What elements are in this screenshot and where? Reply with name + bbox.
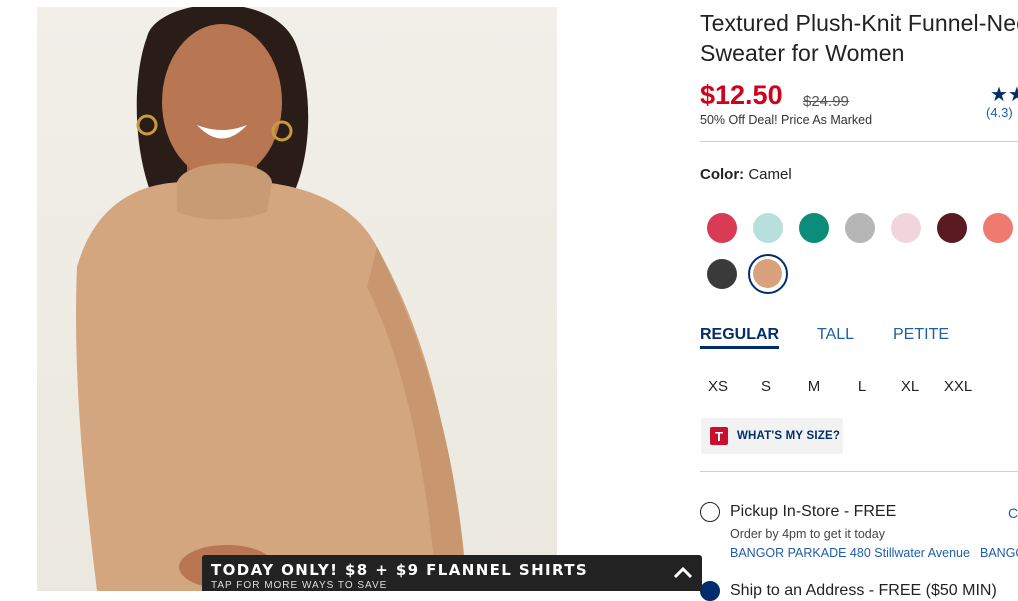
size-option-l[interactable]: L — [842, 378, 882, 395]
pickup-radio[interactable] — [700, 502, 720, 522]
whats-my-size-button[interactable]: T WHAT'S MY SIZE? — [701, 418, 843, 454]
color-swatch[interactable] — [799, 213, 829, 243]
size-option-xs[interactable]: XS — [698, 378, 738, 395]
color-swatch-selected[interactable] — [748, 254, 788, 294]
promo-subtext: TAP FOR MORE WAYS TO SAVE — [211, 580, 388, 591]
product-image[interactable] — [37, 7, 557, 591]
original-price: $24.99 — [803, 93, 849, 110]
pickup-order-note: Order by 4pm to get it today — [730, 527, 885, 541]
chevron-up-icon[interactable] — [672, 563, 694, 583]
color-value: Camel — [748, 166, 792, 183]
tab-fit-regular[interactable]: REGULAR — [700, 326, 780, 349]
color-swatch[interactable] — [983, 213, 1013, 243]
promo-banner[interactable]: TODAY ONLY! $8 + $9 FLANNEL SHIRTS TAP F… — [202, 555, 702, 591]
color-swatch[interactable] — [845, 213, 875, 243]
change-store-link[interactable]: C — [1008, 505, 1018, 521]
ship-radio[interactable] — [700, 581, 720, 601]
store-link[interactable]: BANGOR PARKADE 480 Stillwater Avenue — [730, 546, 970, 560]
color-selection-label: Color: Camel — [700, 166, 792, 183]
color-label: Color: — [700, 166, 745, 183]
size-option-m[interactable]: M — [794, 378, 834, 395]
rating-stars-icon[interactable]: ★★ — [990, 82, 1018, 107]
divider — [700, 471, 1018, 472]
ship-option-label[interactable]: Ship to an Address - FREE ($50 MIN) — [730, 582, 997, 600]
product-title-line-1: Textured Plush-Knit Funnel-Neck — [700, 10, 1018, 36]
rating-value-link[interactable]: (4.3) — [986, 105, 1013, 120]
size-option-xxl[interactable]: XXL — [938, 378, 978, 395]
color-swatch[interactable] — [753, 213, 783, 243]
sale-price: $12.50 — [700, 80, 783, 110]
product-title-line-2: Sweater for Women — [700, 40, 905, 66]
size-tool-logo-icon: T — [710, 427, 728, 445]
deal-text: 50% Off Deal! Price As Marked — [700, 113, 873, 127]
color-swatch[interactable] — [937, 213, 967, 243]
color-swatch-fill — [753, 259, 782, 288]
tab-fit-tall[interactable]: TALL — [817, 326, 854, 344]
store-link-secondary[interactable]: BANGOR — [980, 546, 1018, 560]
size-option-s[interactable]: S — [746, 378, 786, 395]
promo-headline: TODAY ONLY! $8 + $9 FLANNEL SHIRTS — [211, 561, 589, 579]
color-swatch[interactable] — [707, 213, 737, 243]
color-swatch[interactable] — [707, 259, 737, 289]
divider — [700, 141, 1018, 142]
tab-fit-petite[interactable]: PETITE — [893, 326, 949, 344]
whats-my-size-label: WHAT'S MY SIZE? — [737, 430, 841, 442]
color-swatch[interactable] — [891, 213, 921, 243]
pickup-option-label[interactable]: Pickup In-Store - FREE — [730, 503, 896, 521]
product-title: Textured Plush-Knit Funnel-Neck Sweater … — [700, 8, 1018, 68]
size-option-xl[interactable]: XL — [890, 378, 930, 395]
